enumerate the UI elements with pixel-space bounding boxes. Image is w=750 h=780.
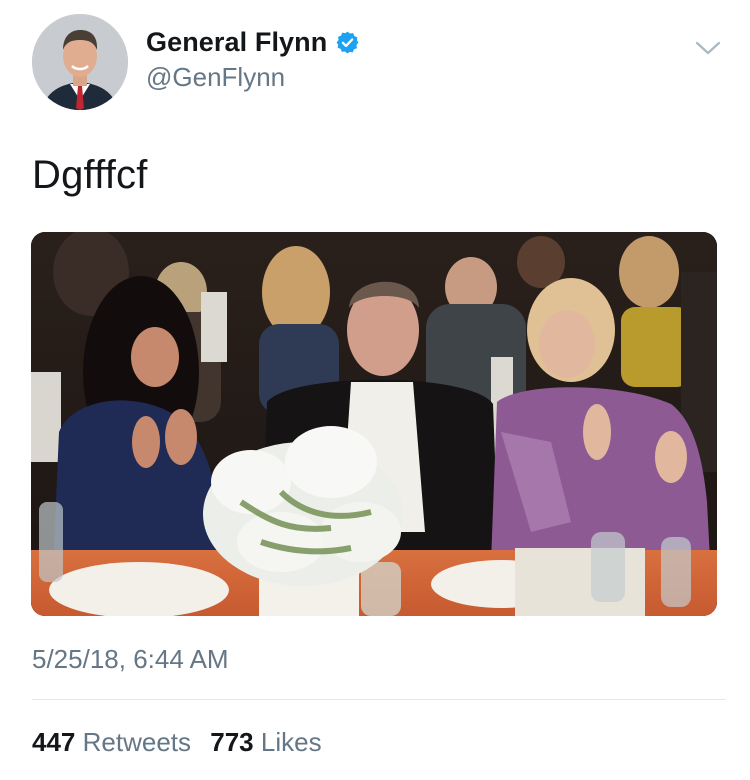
likes-label: Likes bbox=[260, 727, 322, 757]
display-name[interactable]: General Flynn bbox=[146, 27, 327, 58]
chevron-down-icon[interactable] bbox=[694, 38, 722, 58]
handle[interactable]: @GenFlynn bbox=[146, 62, 360, 93]
divider bbox=[32, 699, 726, 700]
tweet-timestamp[interactable]: 5/25/18, 6:44 AM bbox=[32, 644, 229, 675]
display-name-row: General Flynn bbox=[146, 24, 360, 60]
photo-dinner-party-icon bbox=[31, 232, 717, 616]
author-names: General Flynn @GenFlynn bbox=[146, 24, 360, 93]
engagement-stats: 447 Retweets 773 Likes bbox=[32, 727, 334, 758]
profile-photo-icon bbox=[32, 14, 128, 110]
tweet-header: General Flynn @GenFlynn bbox=[32, 14, 726, 110]
likes-count: 773 bbox=[210, 727, 254, 757]
tweet-photo[interactable] bbox=[31, 232, 717, 616]
likes-stat[interactable]: 773 Likes bbox=[210, 727, 321, 757]
retweets-stat[interactable]: 447 Retweets bbox=[32, 727, 191, 757]
verified-badge-icon bbox=[336, 31, 359, 53]
tweet-text: Dgfffcf bbox=[32, 153, 148, 197]
retweets-label: Retweets bbox=[82, 727, 192, 757]
retweets-count: 447 bbox=[32, 727, 76, 757]
avatar[interactable] bbox=[32, 14, 128, 110]
tweet-card: General Flynn @GenFlynn Dgfffcf 5/25/18,… bbox=[0, 0, 750, 780]
